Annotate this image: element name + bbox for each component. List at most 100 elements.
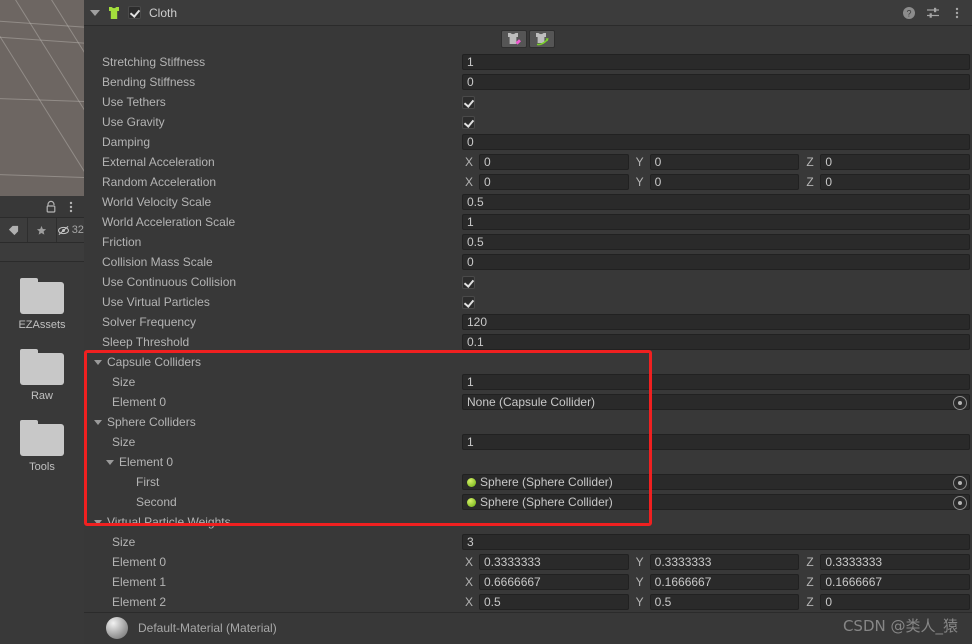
bending-stiffness-input[interactable]: 0 — [462, 74, 970, 90]
property-row[interactable]: Random Acceleration X 0 Y 0 Z 0 — [84, 172, 972, 192]
list-item[interactable]: Tools — [0, 420, 84, 473]
use-gravity-checkbox[interactable] — [462, 115, 475, 129]
object-field-value: Sphere (Sphere Collider) — [480, 475, 613, 489]
friction-input[interactable]: 0.5 — [462, 234, 970, 250]
axis-x-label: X — [465, 575, 474, 589]
random-acceleration-y-input[interactable]: 0 — [649, 174, 800, 190]
sphere-collider-first-object-field[interactable]: Sphere (Sphere Collider) — [462, 474, 970, 490]
hidden-count[interactable]: 32 — [57, 218, 84, 242]
property-label: Use Virtual Particles — [102, 295, 210, 309]
property-row[interactable]: Use Tethers — [84, 92, 972, 112]
world-velocity-scale-input[interactable]: 0.5 — [462, 194, 970, 210]
use-continuous-collision-checkbox[interactable] — [462, 275, 475, 289]
property-row[interactable]: Damping 0 — [84, 132, 972, 152]
random-acceleration-z-input[interactable]: 0 — [820, 174, 971, 190]
damping-input[interactable]: 0 — [462, 134, 970, 150]
vpw-element-2-x-input[interactable]: 0.5 — [479, 594, 629, 610]
help-icon[interactable]: ? — [902, 6, 916, 20]
chevron-down-icon[interactable] — [90, 9, 100, 16]
vpw-element-2-z-input[interactable]: 0 — [820, 594, 971, 610]
capsule-colliders-size-row[interactable]: Size 1 — [84, 372, 972, 392]
sphere-collider-second-object-field[interactable]: Sphere (Sphere Collider) — [462, 494, 970, 510]
cloth-tool-toolbar — [84, 26, 972, 52]
preset-settings-icon[interactable] — [926, 6, 940, 20]
axis-z-label: Z — [806, 555, 814, 569]
axis-y-label: Y — [635, 555, 644, 569]
cloth-select-tool-button[interactable] — [529, 30, 555, 48]
virtual-particle-weights-size-input[interactable]: 3 — [462, 534, 970, 550]
project-breadcrumb — [0, 243, 84, 262]
vpw-element-2-y-input[interactable]: 0.5 — [649, 594, 800, 610]
virtual-particle-weights-size-row[interactable]: Size 3 — [84, 532, 972, 552]
virtual-particle-weights-foldout[interactable]: Virtual Particle Weights — [84, 512, 972, 532]
chevron-down-icon[interactable] — [106, 459, 114, 465]
external-acceleration-y-input[interactable]: 0 — [649, 154, 800, 170]
axis-z-label: Z — [806, 595, 814, 609]
world-acceleration-scale-input[interactable]: 1 — [462, 214, 970, 230]
kebab-menu-icon[interactable] — [950, 6, 964, 20]
material-footer[interactable]: Default-Material (Material) — [84, 613, 972, 643]
lock-icon[interactable] — [44, 200, 58, 214]
sphere-colliders-foldout[interactable]: Sphere Colliders — [84, 412, 972, 432]
property-row[interactable]: Use Virtual Particles — [84, 292, 972, 312]
vpw-element-1-y-input[interactable]: 0.1666667 — [649, 574, 800, 590]
vpw-element-0-y-input[interactable]: 0.3333333 — [649, 554, 800, 570]
chevron-down-icon[interactable] — [94, 419, 102, 425]
sphere-collider-first-row[interactable]: First Sphere (Sphere Collider) — [84, 472, 972, 492]
property-row[interactable]: Collision Mass Scale 0 — [84, 252, 972, 272]
scene-view[interactable] — [0, 0, 84, 200]
component-header[interactable]: Cloth ? — [84, 0, 972, 26]
chevron-down-icon[interactable] — [94, 359, 102, 365]
random-acceleration-x-input[interactable]: 0 — [479, 174, 629, 190]
property-row[interactable]: Solver Frequency 120 — [84, 312, 972, 332]
sphere-colliders-element-foldout[interactable]: Element 0 — [84, 452, 972, 472]
collision-mass-scale-input[interactable]: 0 — [462, 254, 970, 270]
solver-frequency-input[interactable]: 120 — [462, 314, 970, 330]
property-label: Collision Mass Scale — [102, 255, 213, 269]
capsule-colliders-size-input[interactable]: 1 — [462, 374, 970, 390]
sphere-collider-second-row[interactable]: Second Sphere (Sphere Collider) — [84, 492, 972, 512]
virtual-particle-weights-element-row[interactable]: Element 1 X 0.6666667 Y 0.1666667 Z 0.16… — [84, 572, 972, 592]
property-row[interactable]: External Acceleration X 0 Y 0 Z 0 — [84, 152, 972, 172]
property-row[interactable]: Use Gravity — [84, 112, 972, 132]
property-label: Element 0 — [112, 555, 167, 569]
chevron-down-icon[interactable] — [94, 519, 102, 525]
stretching-stiffness-input[interactable]: 1 — [462, 54, 970, 70]
list-item[interactable]: Raw — [0, 349, 84, 402]
property-row[interactable]: Stretching Stiffness 1 — [84, 52, 972, 72]
tag-icon[interactable] — [0, 218, 29, 242]
property-row[interactable]: Friction 0.5 — [84, 232, 972, 252]
component-enabled-checkbox[interactable] — [128, 6, 141, 19]
list-item[interactable]: EZAssets — [0, 278, 84, 331]
vpw-element-0-x-input[interactable]: 0.3333333 — [479, 554, 629, 570]
external-acceleration-x-input[interactable]: 0 — [479, 154, 629, 170]
virtual-particle-weights-element-row[interactable]: Element 0 X 0.3333333 Y 0.3333333 Z 0.33… — [84, 552, 972, 572]
external-acceleration-z-input[interactable]: 0 — [820, 154, 971, 170]
property-label: Size — [112, 375, 136, 389]
use-virtual-particles-checkbox[interactable] — [462, 295, 475, 309]
capsule-collider-object-field[interactable]: None (Capsule Collider) — [462, 394, 970, 410]
star-icon[interactable] — [28, 218, 57, 242]
sphere-colliders-size-row[interactable]: Size 1 — [84, 432, 972, 452]
property-row[interactable]: World Velocity Scale 0.5 — [84, 192, 972, 212]
object-picker-icon[interactable] — [953, 396, 967, 410]
property-row[interactable]: World Acceleration Scale 1 — [84, 212, 972, 232]
sphere-colliders-size-input[interactable]: 1 — [462, 434, 970, 450]
sleep-threshold-input[interactable]: 0.1 — [462, 334, 970, 350]
property-label: Damping — [102, 135, 151, 149]
virtual-particle-weights-element-row[interactable]: Element 2 X 0.5 Y 0.5 Z 0 — [84, 592, 972, 612]
vpw-element-1-z-input[interactable]: 0.1666667 — [820, 574, 971, 590]
object-picker-icon[interactable] — [953, 496, 967, 510]
cloth-paint-tool-button[interactable] — [501, 30, 527, 48]
vpw-element-1-x-input[interactable]: 0.6666667 — [479, 574, 629, 590]
property-label: Element 2 — [112, 595, 167, 609]
property-row[interactable]: Bending Stiffness 0 — [84, 72, 972, 92]
capsule-colliders-foldout[interactable]: Capsule Colliders — [84, 352, 972, 372]
use-tethers-checkbox[interactable] — [462, 95, 475, 109]
kebab-menu-icon[interactable] — [64, 200, 78, 214]
capsule-colliders-element-row[interactable]: Element 0 None (Capsule Collider) — [84, 392, 972, 412]
vpw-element-0-z-input[interactable]: 0.3333333 — [820, 554, 971, 570]
property-row[interactable]: Sleep Threshold 0.1 — [84, 332, 972, 352]
property-row[interactable]: Use Continuous Collision — [84, 272, 972, 292]
object-picker-icon[interactable] — [953, 476, 967, 490]
